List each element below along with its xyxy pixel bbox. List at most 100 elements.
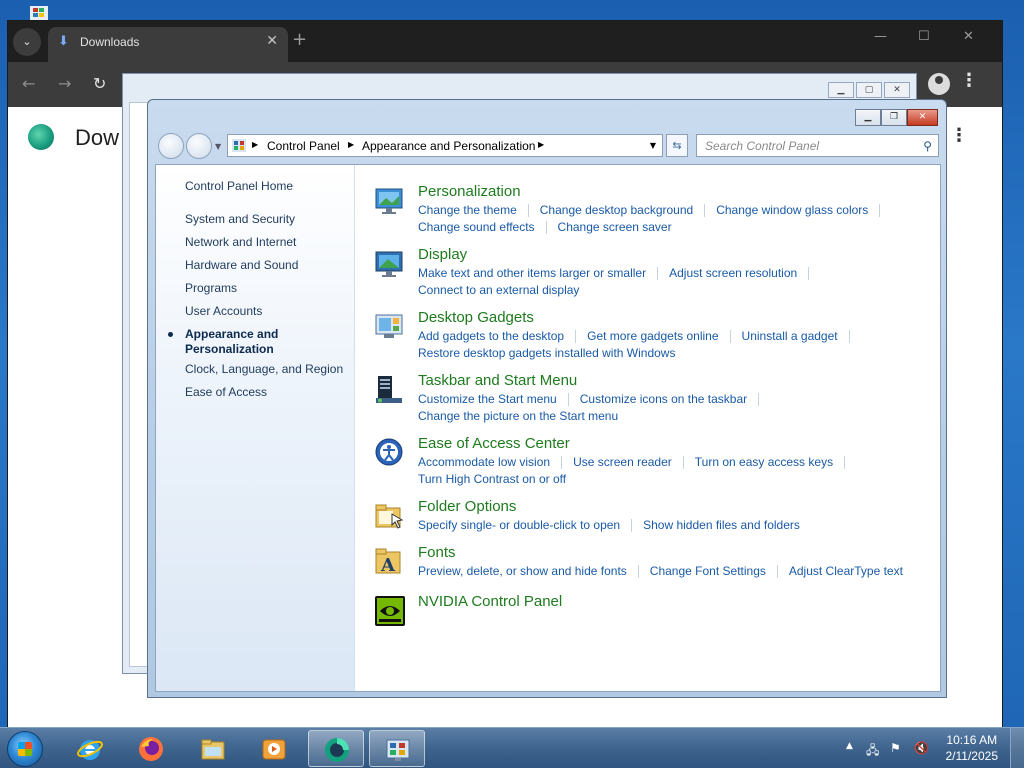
restore-button[interactable]: ❐: [881, 109, 907, 126]
task-link[interactable]: Turn High Contrast on or off: [418, 472, 566, 486]
back-button[interactable]: [158, 133, 184, 159]
close-button[interactable]: ✕: [907, 109, 938, 126]
tab-close-icon[interactable]: ✕: [266, 33, 278, 49]
task-link[interactable]: Show hidden files and folders: [643, 518, 800, 532]
taskbar-media-player[interactable]: [246, 730, 302, 767]
volume-muted-icon[interactable]: 🔇: [914, 741, 929, 755]
show-desktop-button[interactable]: [1010, 728, 1024, 768]
sidebar-item-network[interactable]: Network and Internet: [185, 235, 296, 250]
tab-search-button[interactable]: ⌄: [13, 28, 41, 56]
recent-pages-dropdown-icon[interactable]: ▼: [215, 142, 221, 151]
breadcrumb-appearance[interactable]: Appearance and Personalization: [362, 139, 535, 153]
start-button[interactable]: [7, 731, 43, 767]
active-bullet-icon: [168, 332, 173, 337]
sidebar-item-system-security[interactable]: System and Security: [185, 212, 295, 227]
task-link[interactable]: Add gadgets to the desktop: [418, 329, 564, 343]
close-button[interactable]: ✕: [963, 29, 974, 44]
minimize-button[interactable]: —: [874, 29, 887, 44]
address-bar[interactable]: ▶ Control Panel ▶ Appearance and Persona…: [227, 134, 663, 157]
task-link[interactable]: Specify single- or double-click to open: [418, 518, 620, 532]
category-title[interactable]: Display: [418, 246, 467, 263]
page-menu-icon[interactable]: ⋮: [950, 125, 968, 146]
maximize-icon[interactable]: ▢: [856, 82, 882, 98]
task-link[interactable]: Uninstall a gadget: [742, 329, 838, 343]
back-arrow-icon[interactable]: ←: [22, 74, 35, 93]
breadcrumb-control-panel[interactable]: Control Panel: [267, 139, 340, 153]
refresh-button[interactable]: ⇆: [666, 134, 688, 157]
sidebar-item-home[interactable]: Control Panel Home: [185, 179, 293, 194]
category-title[interactable]: Desktop Gadgets: [418, 309, 534, 326]
reload-icon[interactable]: ↻: [93, 74, 106, 93]
task-link[interactable]: Use screen reader: [573, 455, 672, 469]
taskbar-internet-explorer[interactable]: [62, 730, 118, 767]
task-link[interactable]: Change sound effects: [418, 220, 535, 234]
task-link[interactable]: Change desktop background: [540, 203, 693, 217]
profile-avatar-icon[interactable]: [928, 73, 950, 95]
forward-button[interactable]: [186, 133, 212, 159]
category-links-row: Restore desktop gadgets installed with W…: [418, 346, 675, 360]
sidebar-item-clock-region[interactable]: Clock, Language, and Region: [185, 362, 343, 377]
task-link[interactable]: Adjust ClearType text: [789, 564, 903, 578]
network-icon[interactable]: 🖧: [866, 741, 879, 762]
clock[interactable]: 10:16 AM 2/11/2025: [946, 732, 999, 764]
maximize-button[interactable]: ☐: [918, 29, 930, 44]
link-separator: [545, 220, 547, 234]
category-title[interactable]: Fonts: [418, 544, 456, 561]
search-icon[interactable]: ⚲: [923, 139, 932, 153]
taskbar-firefox[interactable]: [123, 730, 179, 767]
taskbar-control-panel[interactable]: [369, 730, 425, 767]
sidebar-item-programs[interactable]: Programs: [185, 281, 237, 296]
taskbar-file-explorer[interactable]: [185, 730, 241, 767]
task-link[interactable]: Accommodate low vision: [418, 455, 550, 469]
breadcrumb-arrow-icon[interactable]: ▶: [348, 140, 354, 149]
task-link[interactable]: Make text and other items larger or smal…: [418, 266, 646, 280]
chrome-menu-icon[interactable]: ⋮: [960, 70, 978, 91]
close-icon[interactable]: ✕: [884, 82, 910, 98]
task-link[interactable]: Preview, delete, or show and hide fonts: [418, 564, 627, 578]
category-title[interactable]: Folder Options: [418, 498, 516, 515]
task-link[interactable]: Adjust screen resolution: [669, 266, 797, 280]
category-title[interactable]: NVIDIA Control Panel: [418, 593, 562, 610]
gadgets-icon[interactable]: [374, 311, 406, 343]
minimize-icon[interactable]: ▁: [828, 82, 854, 98]
task-link[interactable]: Change the theme: [418, 203, 517, 217]
breadcrumb-arrow-icon[interactable]: ▶: [538, 140, 544, 149]
address-dropdown-icon[interactable]: ▼: [650, 141, 656, 150]
search-input[interactable]: Search Control Panel ⚲: [696, 134, 939, 157]
sidebar-item-ease-of-access[interactable]: Ease of Access: [185, 385, 267, 400]
new-tab-button[interactable]: +: [292, 29, 307, 50]
task-link[interactable]: Change Font Settings: [650, 564, 766, 578]
folder-options-icon[interactable]: [374, 500, 406, 532]
nvidia-icon[interactable]: [374, 595, 406, 627]
task-link[interactable]: Customize icons on the taskbar: [580, 392, 747, 406]
category-title[interactable]: Ease of Access Center: [418, 435, 570, 452]
task-link[interactable]: Change the picture on the Start menu: [418, 409, 618, 423]
fonts-icon[interactable]: A: [374, 546, 406, 578]
navigation-buttons: [158, 133, 214, 159]
display-icon[interactable]: [374, 248, 406, 280]
breadcrumb-arrow-icon[interactable]: ▶: [252, 140, 258, 149]
control-panel-icon: [232, 139, 246, 152]
sidebar-item-hardware[interactable]: Hardware and Sound: [185, 258, 298, 273]
forward-arrow-icon[interactable]: →: [58, 74, 71, 93]
taskbar-browser-app[interactable]: [308, 730, 364, 767]
sidebar-item-user-accounts[interactable]: User Accounts: [185, 304, 262, 319]
category-title[interactable]: Taskbar and Start Menu: [418, 372, 577, 389]
task-link[interactable]: Connect to an external display: [418, 283, 579, 297]
task-link[interactable]: Restore desktop gadgets installed with W…: [418, 346, 675, 360]
personalization-icon[interactable]: [374, 185, 406, 217]
task-link[interactable]: Change window glass colors: [716, 203, 868, 217]
task-link[interactable]: Get more gadgets online: [587, 329, 718, 343]
minimize-button[interactable]: ▁: [855, 109, 881, 126]
category-list: Personalization Change the theme Change de…: [356, 165, 940, 691]
tab-downloads[interactable]: ⬇ Downloads ✕: [48, 27, 288, 62]
ease-of-access-icon[interactable]: [374, 437, 406, 469]
task-link[interactable]: Turn on easy access keys: [695, 455, 833, 469]
taskbar-icon[interactable]: [374, 374, 406, 406]
category-title[interactable]: Personalization: [418, 183, 521, 200]
task-link[interactable]: Customize the Start menu: [418, 392, 557, 406]
action-center-flag-icon[interactable]: ⚑: [890, 741, 901, 755]
show-hidden-icons-icon[interactable]: ▲: [846, 741, 853, 751]
page-title: Dow: [75, 125, 120, 150]
task-link[interactable]: Change screen saver: [558, 220, 672, 234]
